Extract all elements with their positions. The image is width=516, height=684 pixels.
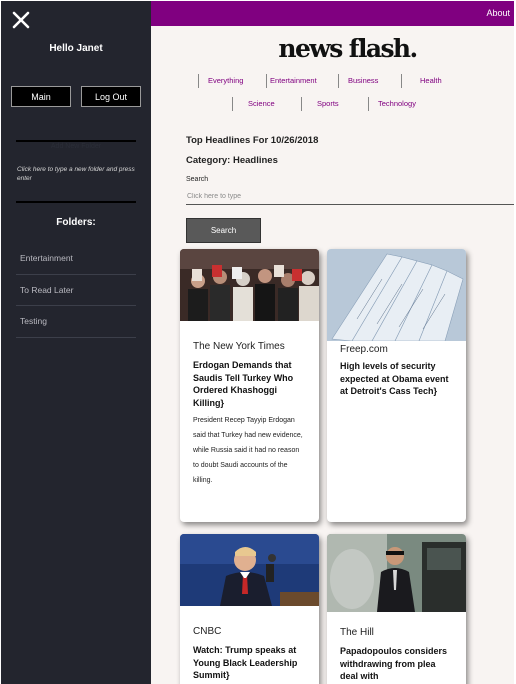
article-card[interactable]: The Hill Papadopoulos considers withdraw… bbox=[327, 534, 466, 684]
article-description: President Recep Tayyip Erdogan said that… bbox=[193, 417, 303, 484]
article-title[interactable]: Erdogan Demands that Saudis Tell Turkey … bbox=[193, 359, 306, 409]
search-input[interactable] bbox=[186, 189, 514, 205]
category-label: Category: Headlines bbox=[186, 155, 278, 166]
article-image bbox=[180, 534, 319, 606]
logo: news flash. bbox=[278, 34, 418, 63]
article-body: The Hill Papadopoulos considers withdraw… bbox=[327, 627, 466, 683]
category-business[interactable]: Business bbox=[338, 74, 378, 88]
logout-button[interactable]: Log Out bbox=[81, 86, 141, 107]
divider bbox=[16, 201, 136, 203]
folder-item-testing[interactable]: Testing bbox=[16, 306, 136, 338]
sidebar-button-row: Main Log Out bbox=[11, 86, 141, 107]
close-icon[interactable] bbox=[11, 10, 31, 30]
category-technology[interactable]: Technology bbox=[368, 97, 416, 111]
folder-item-entertainment[interactable]: Entertainment bbox=[16, 243, 136, 275]
sidebar: Hello Janet Main Log Out Add New Folder … bbox=[1, 1, 151, 684]
headline-date: Top Headlines For 10/26/2018 bbox=[186, 135, 319, 146]
category-sports[interactable]: Sports bbox=[301, 97, 339, 111]
article-body: CNBC Watch: Trump speaks at Young Black … bbox=[180, 626, 319, 682]
main-button[interactable]: Main bbox=[11, 86, 71, 107]
article-title[interactable]: Watch: Trump speaks at Young Black Leade… bbox=[193, 644, 306, 682]
top-bar: About bbox=[151, 1, 514, 26]
category-everything[interactable]: Everything bbox=[198, 74, 243, 88]
article-card[interactable]: CNBC Watch: Trump speaks at Young Black … bbox=[180, 534, 319, 684]
new-folder-input[interactable]: Click here to type a new folder and pres… bbox=[17, 165, 142, 183]
article-card[interactable]: Freep.com High levels of security expect… bbox=[327, 249, 466, 522]
article-source: Freep.com bbox=[340, 344, 388, 355]
article-body: The New York Times Erdogan Demands that … bbox=[180, 341, 319, 488]
article-image bbox=[180, 249, 319, 321]
search-button[interactable]: Search bbox=[186, 218, 261, 243]
main-content: news flash. Everything Entertainment Bus… bbox=[151, 26, 514, 684]
search-label: Search bbox=[186, 176, 209, 183]
category-entertainment[interactable]: Entertainment bbox=[266, 74, 317, 88]
article-title[interactable]: Papadopoulos considers withdrawing from … bbox=[340, 645, 453, 683]
article-title[interactable]: High levels of security expected at Obam… bbox=[340, 360, 453, 398]
greeting: Hello Janet bbox=[49, 43, 103, 54]
about-link[interactable]: About bbox=[486, 8, 510, 18]
folder-list: Entertainment To Read Later Testing bbox=[16, 243, 136, 338]
article-card[interactable]: The New York Times Erdogan Demands that … bbox=[180, 249, 319, 522]
article-source: CNBC bbox=[193, 626, 222, 637]
folder-item-to-read-later[interactable]: To Read Later bbox=[16, 275, 136, 306]
article-source: The Hill bbox=[340, 627, 374, 638]
article-image bbox=[327, 249, 466, 341]
folders-title: Folders: bbox=[56, 217, 96, 228]
category-science[interactable]: Science bbox=[232, 97, 275, 111]
add-folder-label: Add New Folder bbox=[50, 143, 102, 150]
article-body: Freep.com High levels of security expect… bbox=[327, 344, 466, 398]
divider bbox=[16, 140, 136, 142]
category-health[interactable]: Health bbox=[401, 74, 442, 88]
article-source: The New York Times bbox=[193, 341, 285, 352]
article-image bbox=[327, 534, 466, 612]
